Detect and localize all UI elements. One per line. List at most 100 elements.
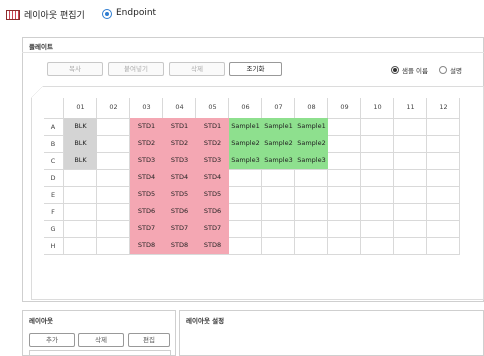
well-F03[interactable]: STD6 — [130, 203, 163, 220]
row-header-G[interactable]: G — [48, 225, 58, 233]
well-D06[interactable] — [229, 169, 262, 186]
well-C10[interactable] — [361, 152, 394, 169]
copy-button[interactable]: 복사 — [47, 62, 103, 76]
well-D08[interactable] — [295, 169, 328, 186]
well-F10[interactable] — [361, 203, 394, 220]
well-H12[interactable] — [427, 237, 460, 254]
column-header-12[interactable]: 12 — [427, 103, 460, 111]
column-header-11[interactable]: 11 — [394, 103, 427, 111]
well-A06[interactable]: Sample1 — [229, 118, 262, 135]
well-A10[interactable] — [361, 118, 394, 135]
well-C08[interactable]: Sample3 — [295, 152, 328, 169]
well-F07[interactable] — [262, 203, 295, 220]
well-E03[interactable]: STD5 — [130, 186, 163, 203]
well-F11[interactable] — [394, 203, 427, 220]
well-G09[interactable] — [328, 220, 361, 237]
well-D05[interactable]: STD4 — [196, 169, 229, 186]
well-G12[interactable] — [427, 220, 460, 237]
well-A02[interactable] — [97, 118, 130, 135]
well-A12[interactable] — [427, 118, 460, 135]
well-C03[interactable]: STD3 — [130, 152, 163, 169]
well-E02[interactable] — [97, 186, 130, 203]
endpoint-radio[interactable] — [102, 9, 112, 19]
well-D03[interactable]: STD4 — [130, 169, 163, 186]
well-B05[interactable]: STD2 — [196, 135, 229, 152]
well-B04[interactable]: STD2 — [163, 135, 196, 152]
row-header-F[interactable]: F — [48, 208, 58, 216]
well-D09[interactable] — [328, 169, 361, 186]
well-F04[interactable]: STD6 — [163, 203, 196, 220]
well-C06[interactable]: Sample3 — [229, 152, 262, 169]
well-H10[interactable] — [361, 237, 394, 254]
column-header-03[interactable]: 03 — [130, 103, 163, 111]
well-E01[interactable] — [64, 186, 97, 203]
well-A11[interactable] — [394, 118, 427, 135]
well-A07[interactable]: Sample1 — [262, 118, 295, 135]
well-F05[interactable]: STD6 — [196, 203, 229, 220]
delete-button[interactable]: 삭제 — [169, 62, 225, 76]
well-H07[interactable] — [262, 237, 295, 254]
row-header-C[interactable]: C — [48, 157, 58, 165]
well-H11[interactable] — [394, 237, 427, 254]
well-G04[interactable]: STD7 — [163, 220, 196, 237]
well-A01[interactable]: BLK — [64, 118, 97, 135]
well-D02[interactable] — [97, 169, 130, 186]
well-H02[interactable] — [97, 237, 130, 254]
well-G05[interactable]: STD7 — [196, 220, 229, 237]
well-D01[interactable] — [64, 169, 97, 186]
well-G01[interactable] — [64, 220, 97, 237]
column-header-04[interactable]: 04 — [163, 103, 196, 111]
well-G06[interactable] — [229, 220, 262, 237]
row-header-H[interactable]: H — [48, 242, 58, 250]
well-C09[interactable] — [328, 152, 361, 169]
column-header-06[interactable]: 06 — [229, 103, 262, 111]
column-header-01[interactable]: 01 — [64, 103, 97, 111]
well-C01[interactable]: BLK — [64, 152, 97, 169]
well-B10[interactable] — [361, 135, 394, 152]
well-D04[interactable]: STD4 — [163, 169, 196, 186]
column-header-09[interactable]: 09 — [328, 103, 361, 111]
well-B09[interactable] — [328, 135, 361, 152]
edit-layout-button[interactable]: 편집 — [128, 333, 170, 347]
well-F06[interactable] — [229, 203, 262, 220]
column-header-07[interactable]: 07 — [262, 103, 295, 111]
well-A03[interactable]: STD1 — [130, 118, 163, 135]
well-H06[interactable] — [229, 237, 262, 254]
well-H08[interactable] — [295, 237, 328, 254]
well-G07[interactable] — [262, 220, 295, 237]
well-H05[interactable]: STD8 — [196, 237, 229, 254]
well-G02[interactable] — [97, 220, 130, 237]
well-D10[interactable] — [361, 169, 394, 186]
well-C02[interactable] — [97, 152, 130, 169]
row-header-B[interactable]: B — [48, 140, 58, 148]
well-F02[interactable] — [97, 203, 130, 220]
well-A05[interactable]: STD1 — [196, 118, 229, 135]
well-C07[interactable]: Sample3 — [262, 152, 295, 169]
column-header-10[interactable]: 10 — [361, 103, 394, 111]
well-B07[interactable]: Sample2 — [262, 135, 295, 152]
well-E05[interactable]: STD5 — [196, 186, 229, 203]
well-E11[interactable] — [394, 186, 427, 203]
well-C11[interactable] — [394, 152, 427, 169]
layout-list[interactable] — [29, 350, 171, 356]
paste-button[interactable]: 붙여넣기 — [108, 62, 164, 76]
well-B11[interactable] — [394, 135, 427, 152]
well-C04[interactable]: STD3 — [163, 152, 196, 169]
well-A08[interactable]: Sample1 — [295, 118, 328, 135]
well-A09[interactable] — [328, 118, 361, 135]
well-E06[interactable] — [229, 186, 262, 203]
well-H04[interactable]: STD8 — [163, 237, 196, 254]
well-B08[interactable]: Sample2 — [295, 135, 328, 152]
well-C12[interactable] — [427, 152, 460, 169]
well-H01[interactable] — [64, 237, 97, 254]
well-B06[interactable]: Sample2 — [229, 135, 262, 152]
well-D07[interactable] — [262, 169, 295, 186]
well-B01[interactable]: BLK — [64, 135, 97, 152]
well-E04[interactable]: STD5 — [163, 186, 196, 203]
well-A04[interactable]: STD1 — [163, 118, 196, 135]
well-G10[interactable] — [361, 220, 394, 237]
well-G03[interactable]: STD7 — [130, 220, 163, 237]
well-E08[interactable] — [295, 186, 328, 203]
add-layout-button[interactable]: 추가 — [29, 333, 75, 347]
column-header-08[interactable]: 08 — [295, 103, 328, 111]
